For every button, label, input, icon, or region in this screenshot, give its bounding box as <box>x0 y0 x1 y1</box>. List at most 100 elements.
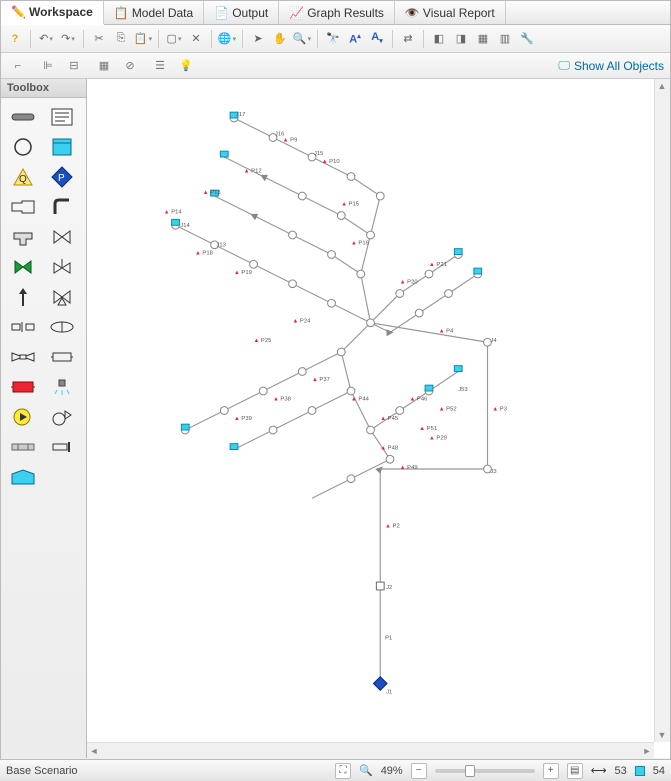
svg-text:J15: J15 <box>314 151 323 157</box>
zoom-out-button[interactable]: − <box>411 763 427 779</box>
tab-model-data[interactable]: 📋Model Data <box>104 1 204 24</box>
copy-icon: ⎘ <box>117 32 126 45</box>
add-tool-button[interactable]: 🔧 <box>517 29 537 49</box>
zoom-slider[interactable] <box>435 769 535 773</box>
layers-button[interactable]: ▤ <box>567 763 583 779</box>
svg-text:▲ P25: ▲ P25 <box>253 338 271 344</box>
globe-button[interactable]: 🌐 <box>217 29 237 49</box>
separator <box>30 30 31 48</box>
help-button[interactable]: ? <box>5 29 25 49</box>
cut-button[interactable]: ✂ <box>89 29 109 49</box>
tool-valve[interactable] <box>46 224 78 250</box>
binoculars-icon: 🔭 <box>326 32 340 45</box>
tool-tee[interactable] <box>7 224 39 250</box>
tool-annotation[interactable] <box>46 104 78 130</box>
x-icon: ✕ <box>191 32 200 45</box>
eye-icon: 👁️ <box>405 6 419 20</box>
font-decrease-button[interactable]: A▾ <box>367 29 387 49</box>
pointer-button[interactable]: ➤ <box>248 29 268 49</box>
tool-separator[interactable] <box>7 434 39 460</box>
show-all-objects-link[interactable]: 🖵 Show All Objects <box>558 58 664 73</box>
pan-button[interactable]: ✋ <box>270 29 290 49</box>
svg-text:▲ P16: ▲ P16 <box>351 241 369 247</box>
scrollbar-track[interactable] <box>101 746 640 756</box>
grid-icon: 📋 <box>114 6 128 20</box>
horizontal-scrollbar[interactable]: ◄ ► <box>87 742 654 758</box>
find-button[interactable]: 🔭 <box>323 29 343 49</box>
grid-button[interactable]: ▦ <box>93 56 115 76</box>
align-button[interactable]: ⊫ <box>37 56 59 76</box>
svg-text:Q: Q <box>19 174 27 185</box>
tool-screen[interactable] <box>46 314 78 340</box>
paste-button[interactable]: 📋 <box>133 29 153 49</box>
tool-pipe[interactable] <box>7 104 39 130</box>
layer-icon: ◨ <box>456 32 466 45</box>
tool-pump-valve[interactable] <box>46 404 78 430</box>
scroll-up-icon[interactable]: ▲ <box>655 79 669 93</box>
svg-text:▲ P12: ▲ P12 <box>244 169 262 175</box>
tool-check-valve[interactable] <box>7 254 39 280</box>
tab-label: Output <box>232 6 268 20</box>
disable-button[interactable]: ⊘ <box>119 56 141 76</box>
tips-button[interactable]: 💡 <box>175 56 197 76</box>
close-button[interactable]: ✕ <box>186 29 206 49</box>
delete-button[interactable]: ▢ <box>164 29 184 49</box>
layer3-button[interactable]: ▦ <box>473 29 493 49</box>
svg-text:▲ P4: ▲ P4 <box>439 329 454 335</box>
svg-text:J2: J2 <box>386 585 392 591</box>
svg-text:J14: J14 <box>180 223 190 229</box>
list-button[interactable]: ☰ <box>149 56 171 76</box>
tool-heat-exchanger[interactable] <box>7 374 39 400</box>
tool-reservoir[interactable] <box>46 134 78 160</box>
undo-button[interactable]: ↶ <box>36 29 56 49</box>
network-diagram: J1 J2 P1 ▲ P2 ▲ P3 ▲ P4 ▲ P29 <box>87 79 654 742</box>
copy-button[interactable]: ⎘ <box>111 29 131 49</box>
svg-text:▲ P9: ▲ P9 <box>283 137 298 143</box>
draw-pipe-button[interactable]: ⌐ <box>7 56 29 76</box>
zoom-thumb[interactable] <box>465 765 475 777</box>
tool-spray[interactable] <box>46 374 78 400</box>
tool-branch[interactable] <box>7 134 39 160</box>
tool-venturi[interactable] <box>7 344 39 370</box>
tool-assigned-flow[interactable]: Q <box>7 164 39 190</box>
tool-orifice[interactable] <box>7 314 39 340</box>
svg-text:▲ P15: ▲ P15 <box>341 202 359 208</box>
scroll-left-icon[interactable]: ◄ <box>87 744 101 758</box>
tab-workspace[interactable]: ✏️Workspace <box>1 1 104 25</box>
separator <box>317 30 318 48</box>
svg-text:▲ P29: ▲ P29 <box>429 436 447 442</box>
distribute-button[interactable]: ⊟ <box>63 56 85 76</box>
svg-text:J13: J13 <box>216 243 225 249</box>
tool-three-way-valve[interactable] <box>46 284 78 310</box>
tool-dead-end[interactable] <box>46 434 78 460</box>
tool-general[interactable] <box>46 344 78 370</box>
workspace-canvas[interactable]: J1 J2 P1 ▲ P2 ▲ P3 ▲ P4 ▲ P29 <box>87 79 654 742</box>
tool-area-change[interactable] <box>7 194 39 220</box>
zoom-button[interactable]: 🔍 <box>292 29 312 49</box>
svg-text:▲ P21: ▲ P21 <box>429 262 447 268</box>
tab-visual-report[interactable]: 👁️Visual Report <box>395 1 506 24</box>
font-increase-button[interactable]: A▴ <box>345 29 365 49</box>
layer2-button[interactable]: ◨ <box>451 29 471 49</box>
scroll-down-icon[interactable]: ▼ <box>655 728 669 742</box>
layer1-button[interactable]: ◧ <box>429 29 449 49</box>
tab-graph-results[interactable]: 📈Graph Results <box>279 1 395 24</box>
layers-icon: ▤ <box>570 765 579 776</box>
layer4-button[interactable]: ▥ <box>495 29 515 49</box>
tool-relief-valve[interactable] <box>7 284 39 310</box>
output-icon: 📄 <box>214 6 228 20</box>
redo-button[interactable]: ↷ <box>58 29 78 49</box>
tool-control-valve[interactable] <box>46 254 78 280</box>
svg-text:J17: J17 <box>236 112 245 118</box>
tab-output[interactable]: 📄 Output <box>204 1 279 24</box>
tool-pump[interactable] <box>7 404 39 430</box>
scroll-right-icon[interactable]: ► <box>640 744 654 758</box>
vertical-scrollbar[interactable]: ▲ ▼ <box>654 79 670 742</box>
zoom-in-button[interactable]: + <box>543 763 559 779</box>
tool-bend[interactable] <box>46 194 78 220</box>
tool-assigned-pressure[interactable]: P <box>46 164 78 190</box>
fit-button[interactable]: ⛶ <box>335 763 351 779</box>
tool-tank[interactable] <box>7 464 39 490</box>
swap-button[interactable]: ⇄ <box>398 29 418 49</box>
zoom-in-icon: 🔍 <box>293 32 307 45</box>
